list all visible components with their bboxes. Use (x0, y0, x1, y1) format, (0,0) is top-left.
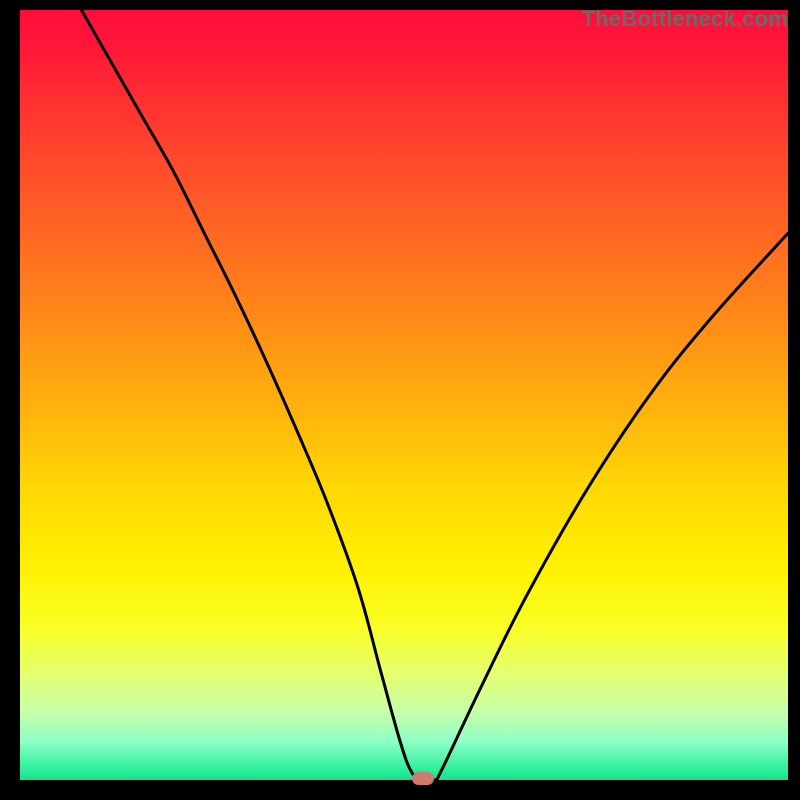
chart-stage: TheBottleneck.com (0, 0, 800, 800)
plot-area (20, 10, 788, 780)
bottleneck-curve (20, 10, 788, 780)
optimal-marker (412, 772, 434, 785)
watermark-text: TheBottleneck.com (582, 6, 788, 32)
